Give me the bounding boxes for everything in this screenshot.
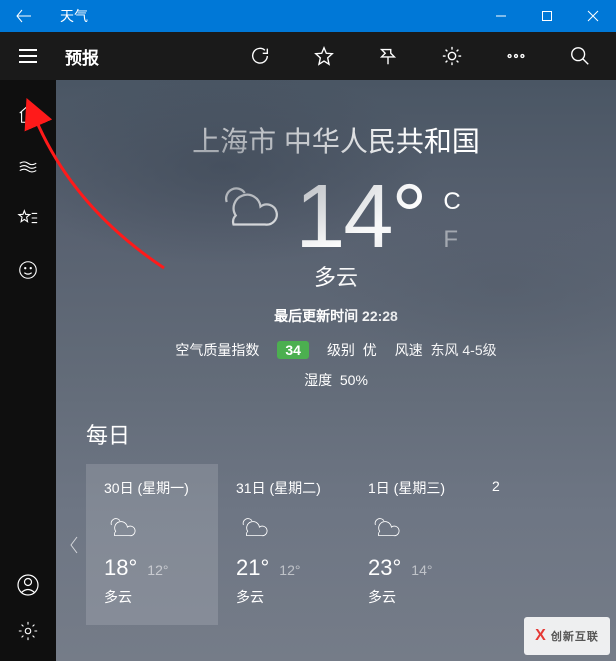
unit-f[interactable]: F [443, 226, 460, 254]
cloud-icon [236, 512, 332, 543]
app-title: 天气 [48, 6, 100, 26]
pin-button[interactable] [356, 32, 420, 80]
daily-forecast-row: 30日 (星期一) 18°12° 多云 31日 (星期二) 21°12° 多云 … [56, 464, 616, 625]
day-card[interactable]: 31日 (星期二) 21°12° 多云 [218, 464, 350, 625]
favorites-list-icon[interactable] [16, 206, 40, 230]
more-button[interactable] [484, 32, 548, 80]
back-button[interactable] [0, 0, 48, 32]
current-condition: 多云 [56, 260, 616, 292]
location-title: 上海市 中华人民共和国 [56, 80, 616, 160]
watermark: X创新互联 [524, 617, 610, 655]
day-card[interactable]: 1日 (星期三) 23°14° 多云 [350, 464, 482, 625]
close-button[interactable] [570, 0, 616, 32]
day-card[interactable]: 2 [482, 464, 512, 625]
current-temp: 14° [295, 172, 425, 262]
current-metrics: 空气质量指数 34 级别 优 风速 东风 4-5级 [56, 340, 616, 360]
maps-icon[interactable] [16, 154, 40, 178]
scroll-left-button[interactable] [62, 464, 86, 625]
brightness-button[interactable] [420, 32, 484, 80]
aqi-label: 空气质量指数 [175, 340, 259, 360]
settings-icon[interactable] [16, 619, 40, 643]
refresh-button[interactable] [228, 32, 292, 80]
humidity: 湿度 50% [56, 370, 616, 390]
unit-c[interactable]: C [443, 188, 460, 216]
home-icon[interactable] [16, 102, 40, 126]
command-bar: 预报 [0, 32, 616, 80]
day-card[interactable]: 30日 (星期一) 18°12° 多云 [86, 464, 218, 625]
page-heading: 预报 [56, 44, 116, 69]
daily-heading: 每日 [56, 390, 616, 464]
aqi-badge: 34 [277, 341, 309, 359]
search-button[interactable] [548, 32, 612, 80]
account-icon[interactable] [16, 573, 40, 597]
cloud-icon [104, 512, 200, 543]
feedback-icon[interactable] [16, 258, 40, 282]
favorite-button[interactable] [292, 32, 356, 80]
current-temp-row: 14° C F [56, 172, 616, 262]
cloud-icon [211, 172, 283, 237]
hamburger-button[interactable] [0, 32, 56, 80]
window-titlebar: 天气 [0, 0, 616, 32]
cloud-icon [368, 512, 464, 543]
minimize-button[interactable] [478, 0, 524, 32]
nav-sidebar [0, 80, 56, 661]
forecast-panel: 上海市 中华人民共和国 14° C F 多云 最后更新时间 22:28 空气质量… [56, 80, 616, 661]
last-updated: 最后更新时间 22:28 [56, 306, 616, 326]
maximize-button[interactable] [524, 0, 570, 32]
